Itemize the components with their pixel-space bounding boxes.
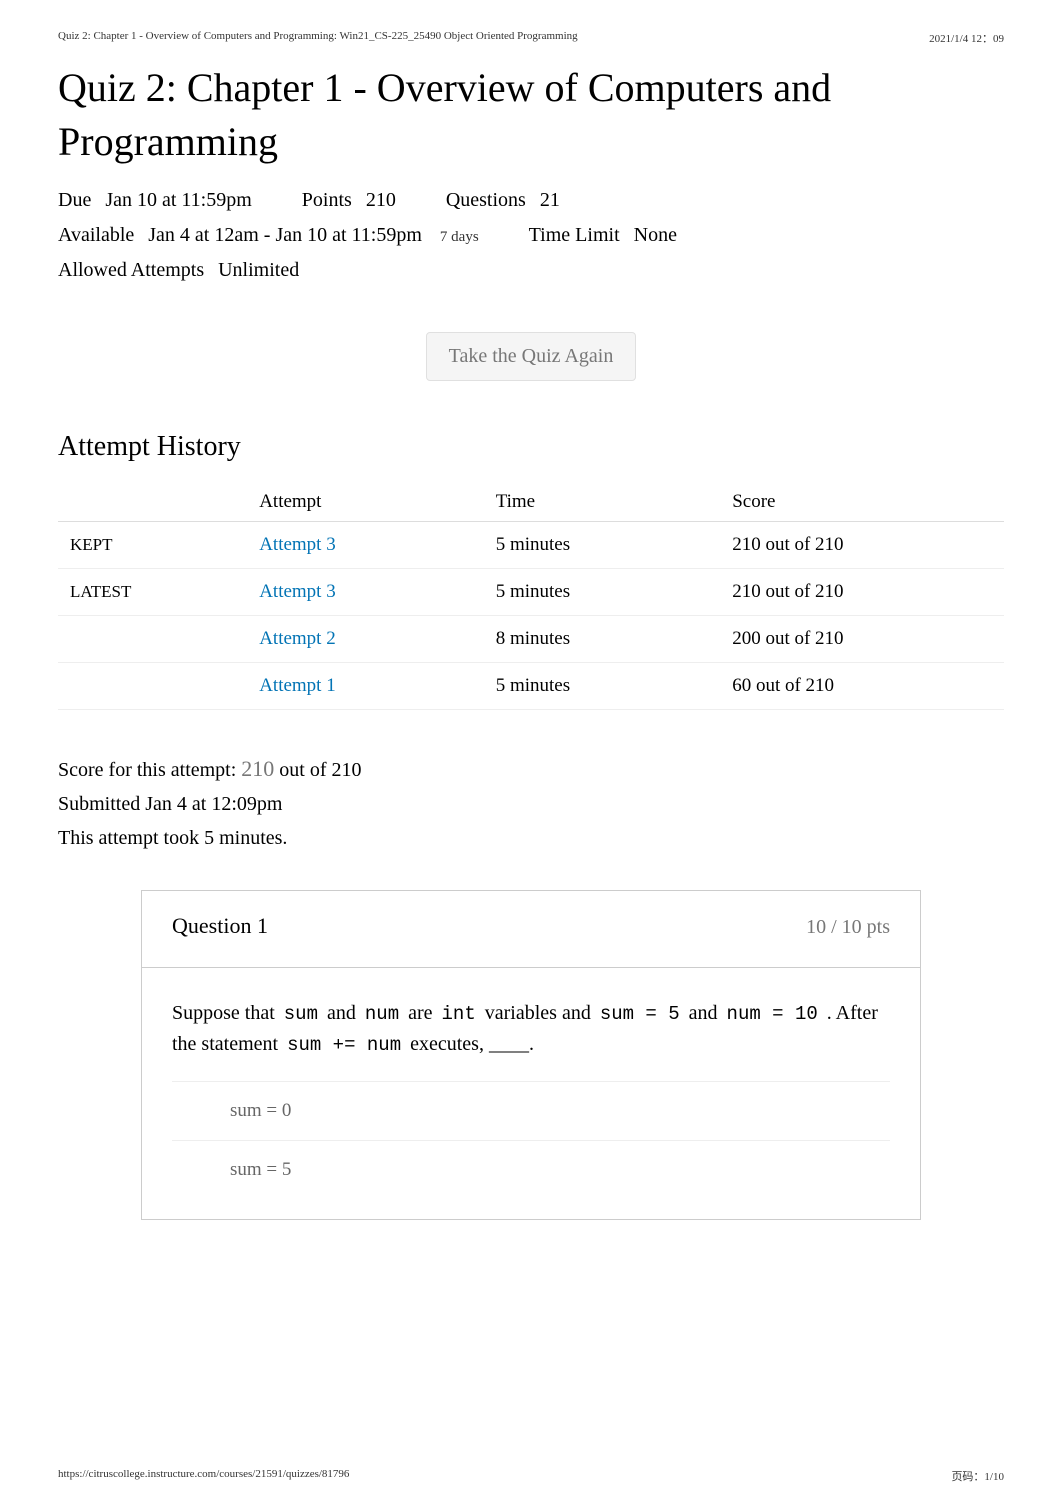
print-header: Quiz 2: Chapter 1 - Overview of Computer… [30,30,1032,46]
q-code-seg: num [361,1003,403,1025]
meta-questions-label: Questions [446,189,526,212]
history-col-status [58,483,247,522]
meta-points-value: 210 [366,189,396,212]
attempt-status: LATEST [58,569,247,616]
attempt-status [58,616,247,663]
summary-score-label: Score for this attempt: [58,759,236,781]
quiz-meta: Due Jan 10 at 11:59pm Points 210 Questio… [58,189,1004,282]
take-quiz-again-button[interactable]: Take the Quiz Again [426,332,637,381]
question-text: Suppose that sum and num are int variabl… [142,968,920,1081]
meta-allowed-attempts: Allowed Attempts Unlimited [58,259,299,282]
attempt-history-heading: Attempt History [58,431,1004,463]
history-col-score: Score [720,483,1004,522]
attempt-status [58,663,247,710]
meta-allowed-label: Allowed Attempts [58,259,204,282]
question-label: Question 1 [172,913,268,939]
meta-points-label: Points [302,189,352,212]
header-timestamp: 2021/1/4 12：09 [929,30,1004,46]
meta-due-label: Due [58,189,91,212]
q-code-seg: sum = 5 [596,1003,684,1025]
summary-score-value: 210 [241,756,274,781]
meta-points: Points 210 [302,189,396,212]
print-footer: https://citruscollege.instructure.com/co… [58,1468,1004,1484]
history-header-row: Attempt Time Score [58,483,1004,522]
attempt-link[interactable]: Attempt 2 [259,628,336,649]
footer-page-number: 页码：1/10 [951,1468,1004,1484]
attempt-time: 5 minutes [484,569,721,616]
meta-allowed-value: Unlimited [218,259,299,282]
history-col-attempt: Attempt [247,483,484,522]
attempt-time: 5 minutes [484,663,721,710]
meta-available: Available Jan 4 at 12am - Jan 10 at 11:5… [58,224,479,247]
summary-score-suffix: out of 210 [279,759,361,781]
summary-submitted: Submitted Jan 4 at 12:09pm [58,787,1004,821]
q-text-seg: executes, ____. [410,1033,534,1055]
question-points: 10 / 10 pts [806,916,890,939]
attempt-status: KEPT [58,522,247,569]
meta-available-label: Available [58,224,134,247]
table-row: Attempt 1 5 minutes 60 out of 210 [58,663,1004,710]
attempt-score: 60 out of 210 [720,663,1004,710]
answer-option[interactable]: sum = 0 [172,1081,890,1140]
answer-option[interactable]: sum = 5 [172,1140,890,1199]
history-table: Attempt Time Score KEPT Attempt 3 5 minu… [58,483,1004,710]
header-breadcrumb: Quiz 2: Chapter 1 - Overview of Computer… [58,30,578,46]
attempt-link[interactable]: Attempt 3 [259,534,336,555]
meta-available-value: Jan 4 at 12am - Jan 10 at 11:59pm [148,224,422,247]
q-text-seg: variables and [485,1002,596,1024]
meta-time-limit-label: Time Limit [529,224,620,247]
attempt-summary: Score for this attempt: 210 out of 210 S… [58,750,1004,855]
attempt-score: 210 out of 210 [720,522,1004,569]
q-code-seg: sum [280,1003,322,1025]
summary-duration: This attempt took 5 minutes. [58,821,1004,855]
attempt-score: 200 out of 210 [720,616,1004,663]
meta-time-limit: Time Limit None [529,224,677,247]
footer-url: https://citruscollege.instructure.com/co… [58,1468,349,1484]
q-code-seg: num = 10 [723,1003,822,1025]
question-card: Question 1 10 / 10 pts Suppose that sum … [141,890,921,1220]
meta-time-limit-value: None [634,224,677,247]
meta-due: Due Jan 10 at 11:59pm [58,189,252,212]
table-row: LATEST Attempt 3 5 minutes 210 out of 21… [58,569,1004,616]
q-code-seg: sum += num [283,1034,405,1056]
attempt-time: 5 minutes [484,522,721,569]
attempt-score: 210 out of 210 [720,569,1004,616]
meta-questions-value: 21 [540,189,560,212]
table-row: KEPT Attempt 3 5 minutes 210 out of 210 [58,522,1004,569]
q-code-seg: int [438,1003,480,1025]
meta-available-aside: 7 days [440,229,479,246]
attempt-link[interactable]: Attempt 3 [259,581,336,602]
q-text-seg: are [408,1002,437,1024]
q-text-seg: Suppose that [172,1002,280,1024]
answer-list: sum = 0 sum = 5 [142,1081,920,1219]
page-title: Quiz 2: Chapter 1 - Overview of Computer… [58,61,1004,169]
history-col-time: Time [484,483,721,522]
q-text-seg: and [327,1002,361,1024]
table-row: Attempt 2 8 minutes 200 out of 210 [58,616,1004,663]
meta-due-value: Jan 10 at 11:59pm [105,189,251,212]
meta-questions: Questions 21 [446,189,560,212]
attempt-link[interactable]: Attempt 1 [259,675,336,696]
attempt-time: 8 minutes [484,616,721,663]
q-text-seg: and [689,1002,723,1024]
